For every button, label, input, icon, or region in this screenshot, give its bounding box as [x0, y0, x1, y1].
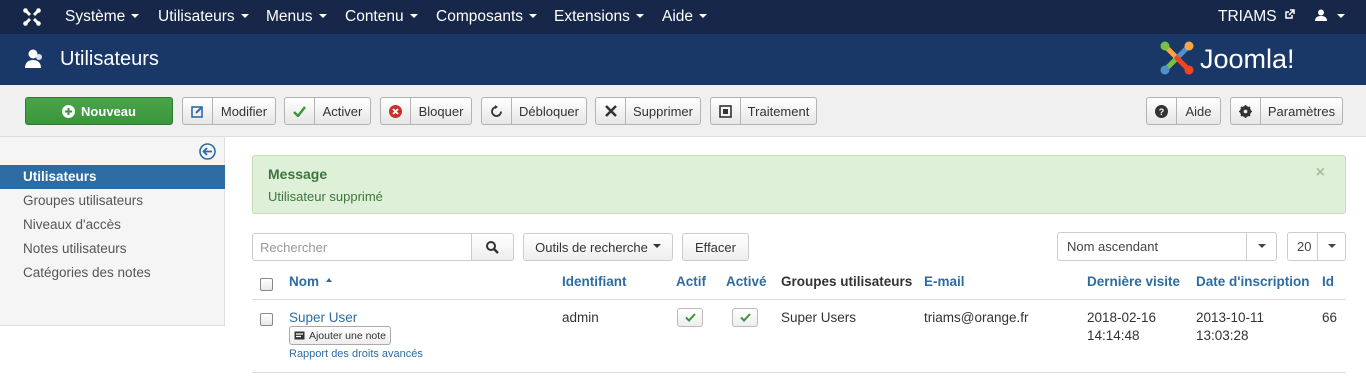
menu-aide[interactable]: Aide — [662, 0, 708, 34]
column-header-email[interactable]: E-mail — [924, 274, 965, 289]
row-checkbox[interactable] — [260, 313, 273, 326]
id-cell: 66 — [1322, 310, 1338, 325]
activate-button[interactable]: Activer — [284, 97, 371, 125]
page-header: Utilisateurs Joomla! — [0, 34, 1366, 85]
column-header-username[interactable]: Identifiant — [562, 274, 627, 289]
sidebar-item-note-categories[interactable]: Catégories des notes — [0, 261, 225, 285]
alert-text: Utilisateur supprimé — [268, 189, 383, 204]
unblock-button[interactable]: Débloquer — [481, 97, 587, 125]
registered-cell: 2013-10-11 13:03:28 — [1196, 309, 1264, 345]
help-icon: ? — [1147, 98, 1177, 124]
registered-date: 2013-10-11 — [1196, 310, 1265, 325]
success-alert: Message Utilisateur supprimé × — [252, 155, 1346, 214]
caret-down-icon — [1337, 13, 1345, 18]
select-all-checkbox[interactable] — [260, 278, 273, 291]
search-input[interactable] — [252, 233, 472, 261]
column-header-groups: Groupes utilisateurs — [781, 274, 913, 289]
caret-down-icon — [240, 13, 249, 18]
ordering-select[interactable]: Nom ascendant — [1057, 232, 1277, 261]
activated-toggle[interactable] — [732, 308, 758, 327]
check-icon — [684, 313, 696, 322]
svg-text:Joomla!: Joomla! — [1200, 44, 1295, 74]
back-arrow-icon[interactable] — [199, 143, 216, 160]
sidebar-item-users[interactable]: Utilisateurs — [0, 165, 225, 189]
toolbar: Nouveau Modifier Activer Bloquer Débloqu… — [0, 85, 1366, 137]
column-header-name[interactable]: Nom — [289, 274, 332, 289]
help-button[interactable]: ? Aide — [1146, 97, 1221, 125]
users-icon — [24, 49, 46, 69]
user-icon — [1315, 9, 1327, 21]
new-button[interactable]: Nouveau — [25, 97, 173, 125]
caret-down-icon — [1246, 233, 1276, 260]
sidebar: Utilisateurs Groupes utilisateurs Niveau… — [0, 137, 225, 326]
menu-utilisateurs[interactable]: Utilisateurs — [158, 0, 249, 34]
sort-ascending-icon — [325, 278, 332, 283]
search-button[interactable] — [471, 233, 514, 261]
menu-menus[interactable]: Menus — [266, 0, 327, 34]
alert-close-button[interactable]: × — [1316, 164, 1325, 182]
last-visit-cell: 2018-02-16 14:14:48 — [1087, 309, 1156, 345]
batch-icon — [711, 98, 741, 124]
caret-down-icon — [318, 13, 327, 18]
sidebar-item-user-notes[interactable]: Notes utilisateurs — [0, 237, 225, 261]
menu-composants[interactable]: Composants — [436, 0, 538, 34]
sidebar-item-access-levels[interactable]: Niveaux d'accès — [0, 213, 225, 237]
caret-down-icon — [409, 13, 418, 18]
gear-icon — [1231, 98, 1261, 124]
close-icon — [596, 98, 626, 124]
plus-circle-icon — [62, 104, 76, 118]
caret-down-icon — [1317, 233, 1345, 260]
add-note-button[interactable]: Ajouter une note — [289, 326, 391, 345]
registered-time: 13:03:28 — [1196, 328, 1249, 343]
site-link[interactable]: TRIAMS — [1218, 0, 1295, 34]
delete-button[interactable]: Supprimer — [595, 97, 701, 125]
batch-button[interactable]: Traitement — [710, 97, 817, 125]
caret-down-icon — [635, 13, 644, 18]
user-name-link[interactable]: Super User — [289, 309, 357, 327]
caret-down-icon — [699, 13, 708, 18]
row-divider — [252, 372, 1346, 373]
column-header-id[interactable]: Id — [1322, 274, 1334, 289]
page-title: Utilisateurs — [60, 48, 159, 70]
menu-extensions[interactable]: Extensions — [554, 0, 644, 34]
joomla-icon[interactable] — [22, 7, 42, 27]
debug-permissions-link[interactable]: Rapport des droits avancés — [289, 348, 423, 360]
check-icon — [285, 98, 315, 124]
limit-select[interactable]: 20 — [1287, 232, 1346, 261]
email-cell: triams@orange.fr — [924, 310, 1029, 325]
column-header-registered[interactable]: Date d'inscription — [1196, 274, 1309, 289]
column-header-last-visit[interactable]: Dernière visite — [1087, 274, 1180, 289]
user-menu[interactable] — [1315, 0, 1345, 34]
enabled-toggle[interactable] — [677, 308, 703, 327]
row-divider — [252, 299, 1346, 300]
svg-text:?: ? — [1159, 107, 1165, 117]
groups-cell: Super Users — [781, 310, 857, 325]
last-visit-time: 14:14:48 — [1087, 328, 1140, 343]
alert-heading: Message — [268, 166, 328, 182]
check-icon — [739, 313, 751, 322]
sidebar-item-groups[interactable]: Groupes utilisateurs — [0, 189, 225, 213]
caret-down-icon — [131, 13, 140, 18]
username-cell: admin — [562, 310, 599, 325]
last-visit-date: 2018-02-16 — [1087, 310, 1157, 325]
joomla-logo: Joomla! — [1158, 39, 1344, 79]
note-icon — [294, 331, 305, 340]
menu-systeme[interactable]: Système — [65, 0, 140, 34]
search-icon — [486, 240, 499, 254]
caret-down-icon — [652, 244, 661, 248]
options-button[interactable]: Paramètres — [1230, 97, 1343, 125]
top-navbar: Système Utilisateurs Menus Contenu Compo… — [0, 0, 1366, 34]
unblock-icon — [482, 98, 512, 124]
edit-button[interactable]: Modifier — [182, 97, 276, 125]
external-link-icon — [1284, 9, 1295, 20]
search-tools-button[interactable]: Outils de recherche — [523, 233, 673, 261]
edit-icon — [183, 98, 213, 124]
column-header-activated[interactable]: Activé — [726, 274, 767, 289]
caret-down-icon — [529, 13, 538, 18]
column-header-enabled[interactable]: Actif — [676, 274, 706, 289]
clear-button[interactable]: Effacer — [682, 233, 749, 261]
block-button[interactable]: Bloquer — [380, 97, 472, 125]
block-icon — [381, 98, 411, 124]
menu-contenu[interactable]: Contenu — [345, 0, 418, 34]
